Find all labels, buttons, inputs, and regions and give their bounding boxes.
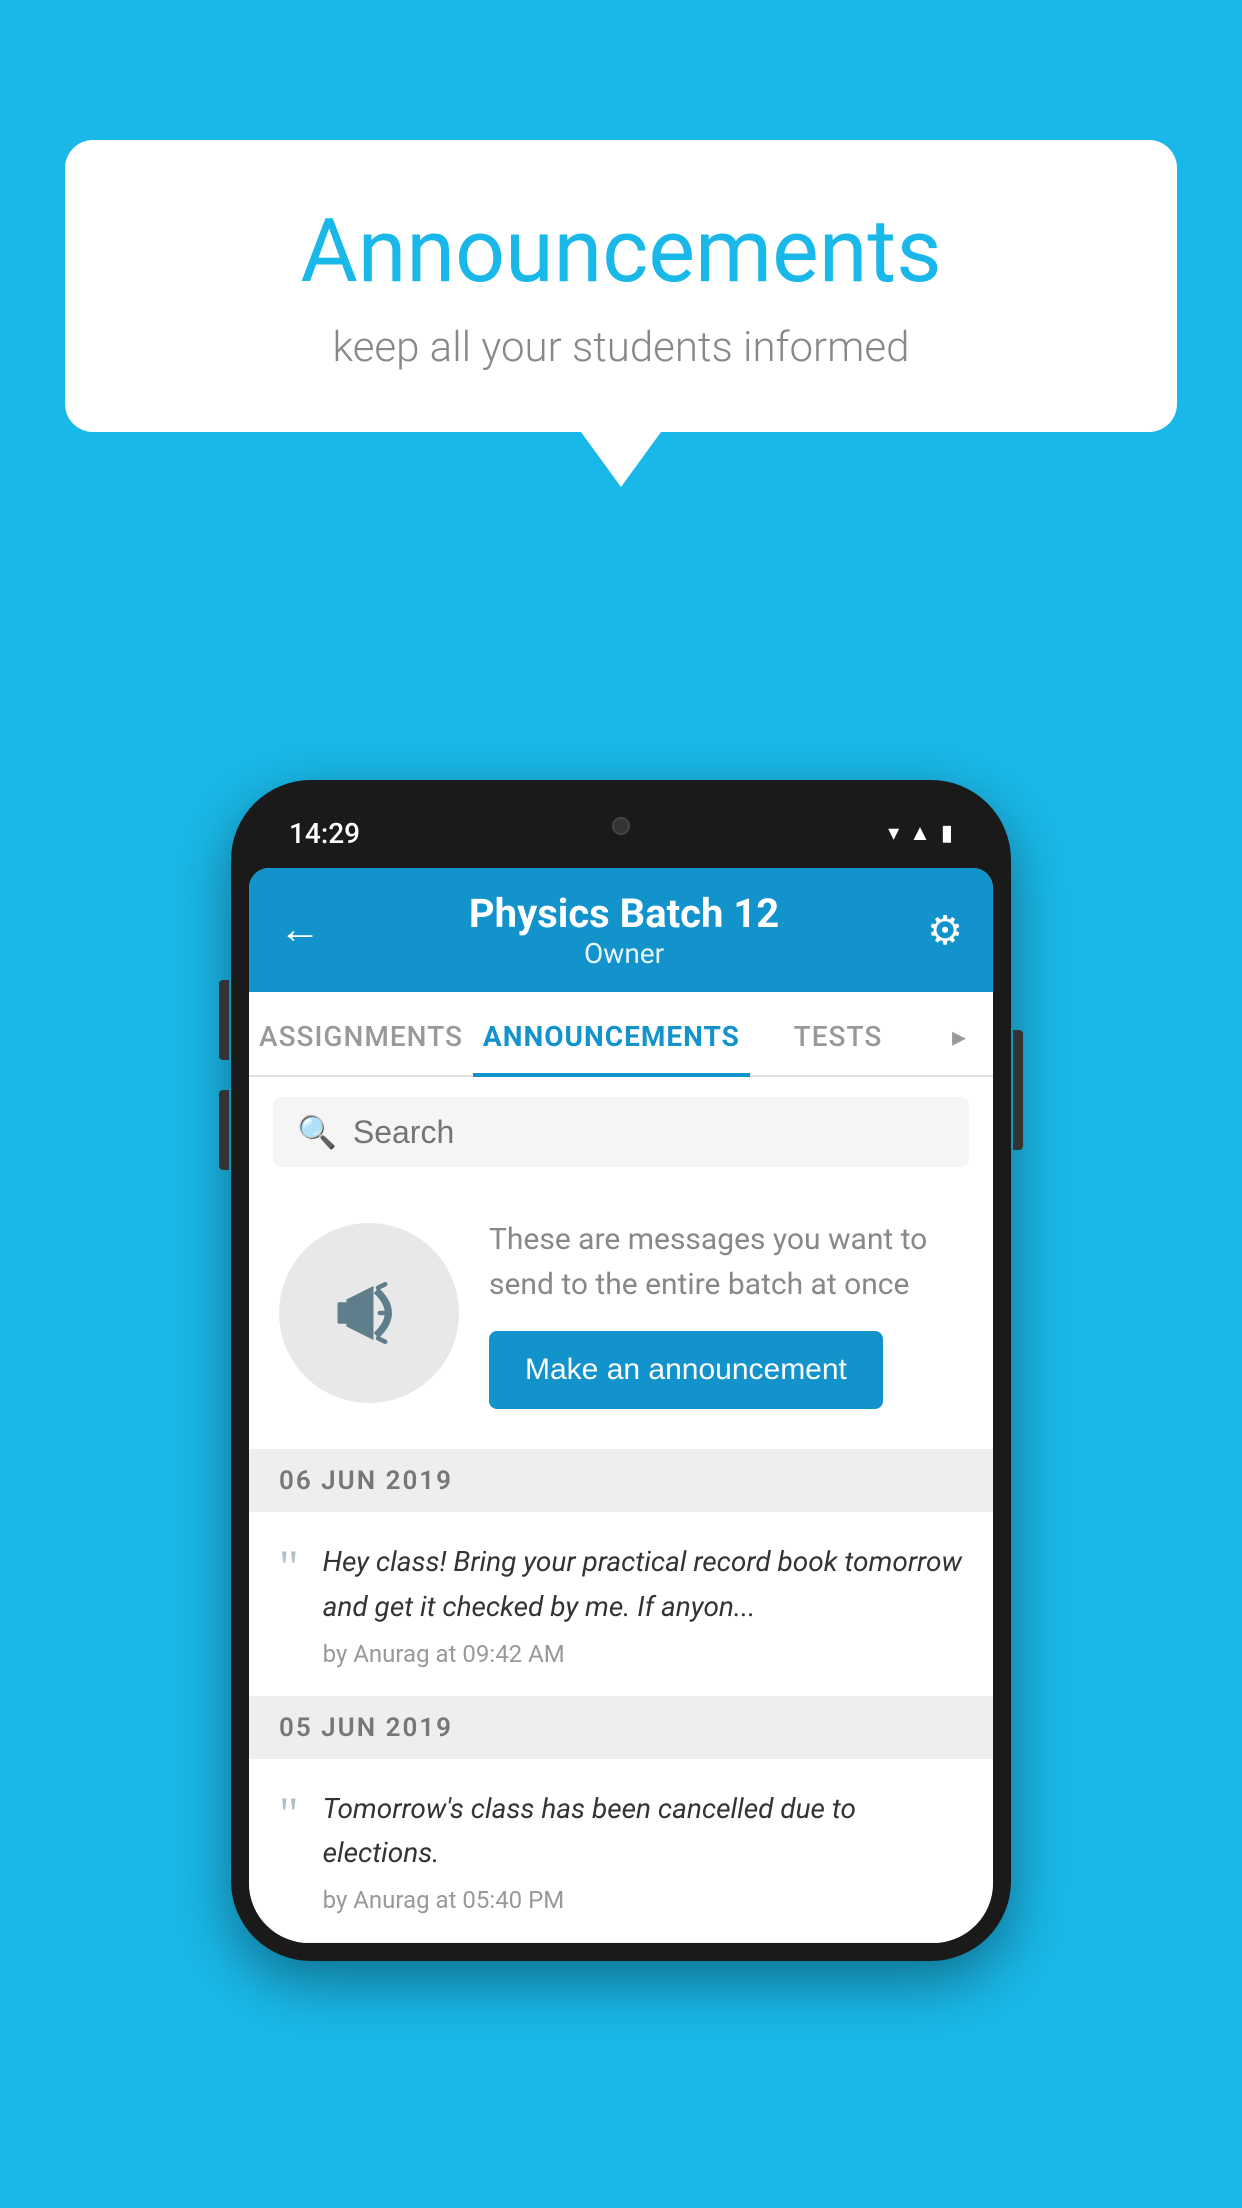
search-input[interactable] [353,1114,945,1151]
search-container: 🔍 [249,1077,993,1187]
header-title: Physics Batch 12 [321,890,927,937]
battery-icon: ▮ [941,821,953,846]
status-icons: ▾ ▲ ▮ [888,820,953,846]
header-subtitle: Owner [321,937,927,970]
speech-bubble: Announcements keep all your students inf… [65,140,1177,432]
volume-up-button[interactable] [219,980,229,1060]
speech-bubble-arrow [581,432,661,487]
tab-announcements[interactable]: ANNOUNCEMENTS [473,992,750,1075]
tab-more[interactable]: ▸ [926,992,993,1075]
tab-assignments[interactable]: ASSIGNMENTS [249,992,473,1075]
status-time: 14:29 [289,817,360,850]
status-bar: 14:29 ▾ ▲ ▮ [249,798,993,868]
announcement-text-2: Tomorrow's class has been cancelled due … [323,1787,963,1877]
date-separator-2: 05 JUN 2019 [249,1697,993,1759]
megaphone-icon [324,1268,414,1358]
settings-button[interactable]: ⚙ [927,907,963,954]
announcement-item-1[interactable]: " Hey class! Bring your practical record… [249,1512,993,1697]
date-separator-1: 06 JUN 2019 [249,1450,993,1512]
tab-bar: ASSIGNMENTS ANNOUNCEMENTS TESTS ▸ [249,992,993,1077]
power-button[interactable] [1013,1030,1023,1150]
speech-bubble-subtitle: keep all your students informed [145,323,1097,372]
announcement-description: These are messages you want to send to t… [489,1217,963,1307]
speech-bubble-title: Announcements [145,200,1097,303]
phone-notch [561,806,681,846]
announcement-content-1: Hey class! Bring your practical record b… [323,1540,963,1668]
wifi-icon: ▾ [888,821,899,846]
app-header: ← Physics Batch 12 Owner ⚙ [249,868,993,992]
speech-bubble-container: Announcements keep all your students inf… [65,140,1177,487]
announcement-item-2[interactable]: " Tomorrow's class has been cancelled du… [249,1759,993,1944]
announcement-text-1: Hey class! Bring your practical record b… [323,1540,963,1630]
volume-down-button[interactable] [219,1090,229,1170]
announcement-meta-1: by Anurag at 09:42 AM [323,1640,963,1668]
front-camera [612,817,630,835]
phone-wrapper: 14:29 ▾ ▲ ▮ ← Physics Batch 12 Owner ⚙ [231,780,1011,1961]
search-bar[interactable]: 🔍 [273,1097,969,1167]
tab-tests[interactable]: TESTS [750,992,926,1075]
announcement-right: These are messages you want to send to t… [489,1217,963,1409]
announcement-meta-2: by Anurag at 05:40 PM [323,1886,963,1914]
signal-icon: ▲ [909,820,931,846]
search-icon: 🔍 [297,1113,337,1151]
quote-icon-2: " [279,1791,299,1839]
phone-frame: 14:29 ▾ ▲ ▮ ← Physics Batch 12 Owner ⚙ [231,780,1011,1961]
announcement-prompt: These are messages you want to send to t… [249,1187,993,1450]
quote-icon-1: " [279,1544,299,1592]
header-center: Physics Batch 12 Owner [321,890,927,970]
announcement-icon-circle [279,1223,459,1403]
announcement-content-2: Tomorrow's class has been cancelled due … [323,1787,963,1915]
phone-screen: ← Physics Batch 12 Owner ⚙ ASSIGNMENTS A… [249,868,993,1943]
make-announcement-button[interactable]: Make an announcement [489,1331,883,1409]
back-button[interactable]: ← [279,909,321,951]
